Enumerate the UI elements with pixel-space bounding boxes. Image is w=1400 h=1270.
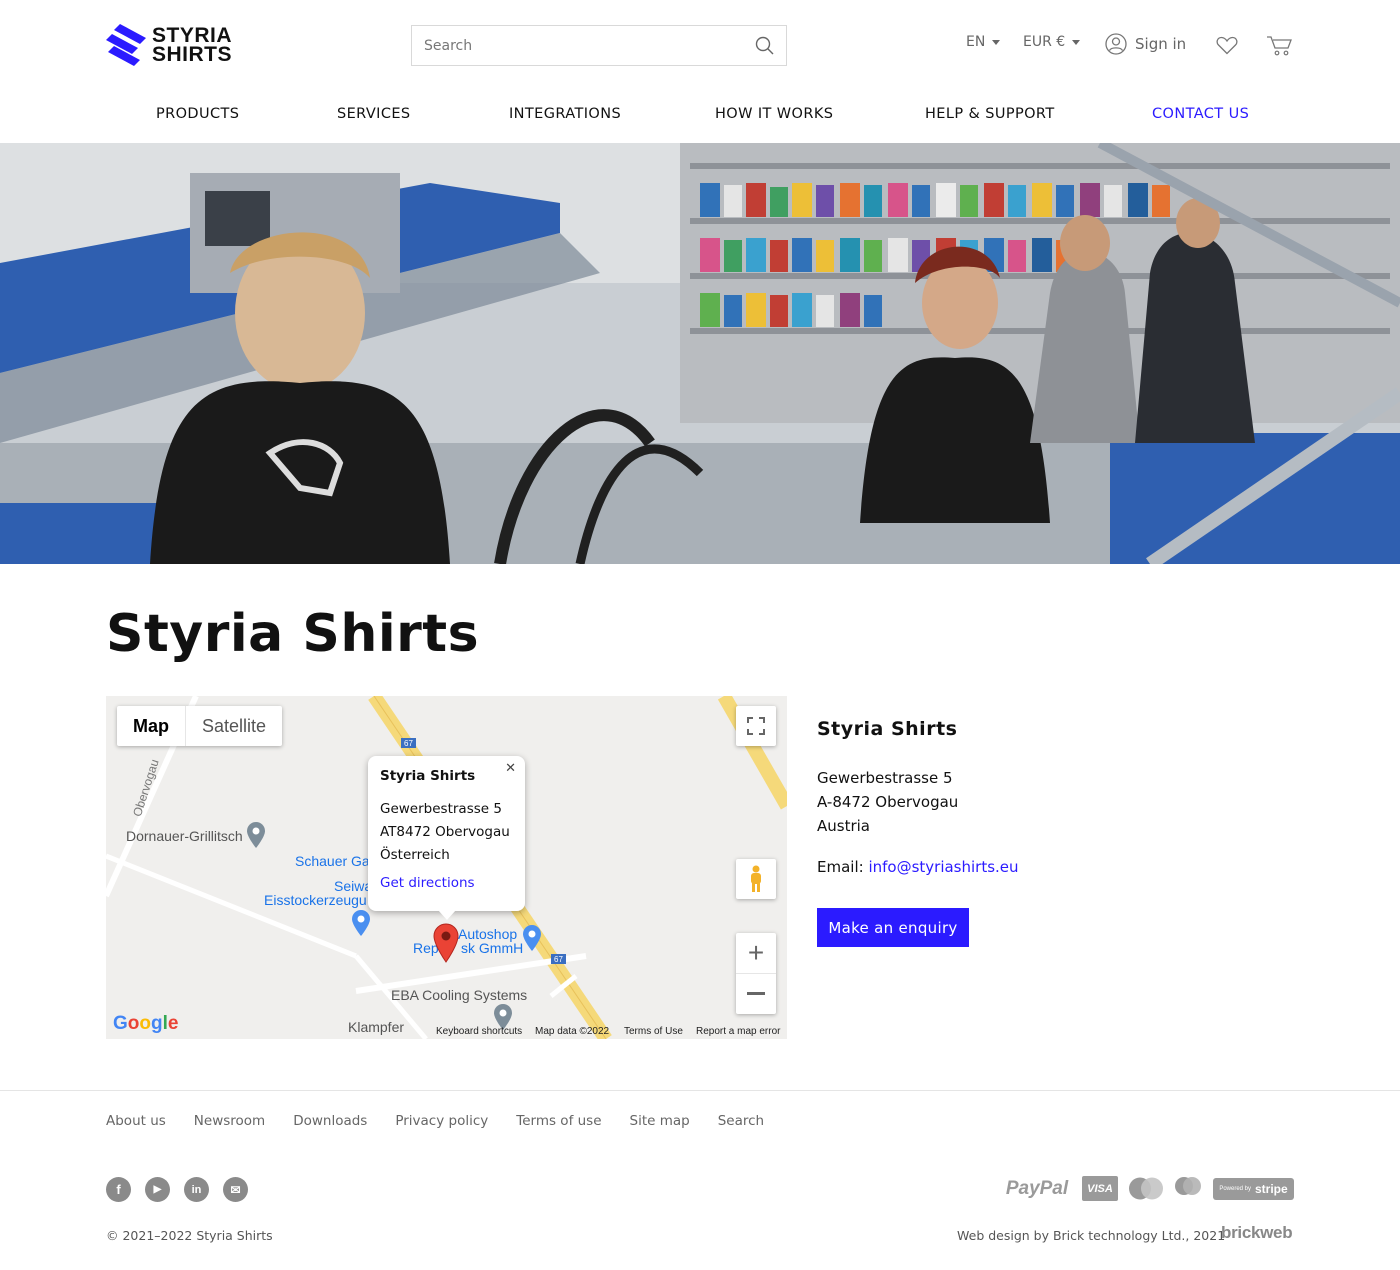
poi-label-gmmh: sk GmmH xyxy=(461,940,524,956)
logo[interactable]: STYRIA SHIRTS xyxy=(106,24,232,66)
hero-photo xyxy=(0,143,1400,564)
map-data-label: Map data ©2022 xyxy=(535,1026,610,1037)
design-credit: Web design by Brick technology Ltd., 202… xyxy=(957,1228,1226,1243)
user-icon xyxy=(1105,33,1127,55)
facebook-icon[interactable]: f xyxy=(106,1177,131,1202)
poi-label-dornauer: Dornauer-Grillitsch xyxy=(126,828,243,844)
language-selector[interactable]: EN xyxy=(966,34,1001,50)
get-directions-link[interactable]: Get directions xyxy=(380,875,513,891)
poi-label-klampfer: Klampfer xyxy=(348,1019,405,1035)
make-enquiry-button[interactable]: Make an enquiry xyxy=(817,908,969,947)
heart-icon[interactable] xyxy=(1216,36,1238,55)
cart-icon[interactable] xyxy=(1266,35,1292,56)
nav-help-support[interactable]: HELP & SUPPORT xyxy=(925,106,1055,122)
close-icon[interactable]: ✕ xyxy=(505,761,516,776)
footer-link-newsroom[interactable]: Newsroom xyxy=(194,1113,265,1129)
fullscreen-button[interactable] xyxy=(736,706,776,746)
paypal-logo: PayPal xyxy=(1005,1177,1069,1199)
info-window-title: Styria Shirts xyxy=(380,768,476,784)
stripe-powered-label: Powered by xyxy=(1219,1186,1251,1192)
info-window-line: AT8472 Obervogau xyxy=(380,824,510,840)
nav-how-it-works[interactable]: HOW IT WORKS xyxy=(715,106,833,122)
logo-mark-icon xyxy=(106,24,146,66)
brickweb-logo[interactable]: brickweb xyxy=(1221,1223,1293,1243)
place-pin-icon xyxy=(247,822,265,848)
footer-link-privacy[interactable]: Privacy policy xyxy=(395,1113,488,1129)
main-nav: PRODUCTS SERVICES INTEGRATIONS HOW IT WO… xyxy=(0,106,1400,128)
social-links: f ▶ in ✉ xyxy=(106,1177,248,1202)
google-map[interactable]: Map Satellite + 67 67 Obervogau Dornauer… xyxy=(106,696,787,1039)
sign-in-link[interactable]: Sign in xyxy=(1105,33,1186,55)
shop-pin-icon xyxy=(523,925,541,951)
currency-selector[interactable]: EUR € xyxy=(1023,34,1081,50)
google-logo: Google xyxy=(113,1013,179,1034)
route-shield: 67 xyxy=(551,954,566,964)
satellite-tab[interactable]: Satellite xyxy=(186,706,282,746)
poi-label-eisstock: Eisstockerzeugu xyxy=(264,892,367,908)
chevron-down-icon xyxy=(1072,39,1081,45)
sign-in-label: Sign in xyxy=(1135,35,1187,53)
footer-divider xyxy=(0,1090,1400,1091)
youtube-icon[interactable]: ▶ xyxy=(145,1177,170,1202)
keyboard-shortcuts-link[interactable]: Keyboard shortcuts xyxy=(436,1026,522,1037)
zoom-out-button[interactable] xyxy=(736,974,776,1014)
zoom-in-button[interactable]: + xyxy=(736,934,776,974)
hero-image xyxy=(0,143,1400,564)
footer-link-about[interactable]: About us xyxy=(106,1113,166,1129)
nav-integrations[interactable]: INTEGRATIONS xyxy=(509,106,621,122)
copyright: © 2021–2022 Styria Shirts xyxy=(106,1228,273,1243)
visa-logo: VISA xyxy=(1082,1176,1118,1201)
minus-icon xyxy=(747,992,765,995)
currency-label: EUR € xyxy=(1023,34,1066,50)
location-marker-icon[interactable] xyxy=(433,923,459,963)
search-box xyxy=(411,25,787,66)
nav-contact-us[interactable]: CONTACT US xyxy=(1152,106,1249,122)
chevron-down-icon xyxy=(992,39,1001,45)
maestro-logo xyxy=(1175,1177,1201,1195)
report-map-error-link[interactable]: Report a map error xyxy=(696,1026,780,1037)
email-row: Email: info@styriashirts.eu xyxy=(817,858,1297,876)
pegman-icon xyxy=(751,865,761,892)
email-icon[interactable]: ✉ xyxy=(223,1177,248,1202)
info-window-line: Gewerbestrasse 5 xyxy=(380,801,502,817)
logo-text: STYRIA SHIRTS xyxy=(152,25,233,66)
map-info-window: ✕ Styria Shirts Gewerbestrasse 5 AT8472 … xyxy=(368,756,525,920)
nav-products[interactable]: PRODUCTS xyxy=(156,106,239,122)
linkedin-icon[interactable]: in xyxy=(184,1177,209,1202)
company-name: Styria Shirts xyxy=(817,718,958,740)
fullscreen-icon xyxy=(747,717,765,735)
map-terms-link[interactable]: Terms of Use xyxy=(624,1026,683,1037)
mastercard-logo xyxy=(1129,1177,1163,1200)
nav-services[interactable]: SERVICES xyxy=(337,106,411,122)
search-input[interactable] xyxy=(424,37,755,54)
address-line: Gewerbestrasse 5 xyxy=(817,769,953,787)
poi-label-eba: EBA Cooling Systems xyxy=(391,987,528,1003)
address-line: A-8472 Obervogau xyxy=(817,793,959,811)
poi-label-schauer: Schauer Ga xyxy=(295,853,370,869)
stripe-label: stripe xyxy=(1255,1182,1288,1196)
language-label: EN xyxy=(966,34,986,50)
route-shield: 67 xyxy=(401,738,416,748)
footer-link-downloads[interactable]: Downloads xyxy=(293,1113,367,1129)
address-line: Austria xyxy=(817,817,870,835)
map-type-toggle: Map Satellite xyxy=(117,706,283,746)
info-window-line: Österreich xyxy=(380,847,450,863)
footer-link-search[interactable]: Search xyxy=(718,1113,764,1129)
logo-line2: SHIRTS xyxy=(152,43,233,66)
footer-links: About us Newsroom Downloads Privacy poli… xyxy=(106,1113,764,1129)
footer-link-terms[interactable]: Terms of use xyxy=(516,1113,601,1129)
site-header: STYRIA SHIRTS EN EUR € Sign in PRODUCT xyxy=(0,0,1400,143)
page-title: Styria Shirts xyxy=(106,604,480,664)
shop-pin-icon xyxy=(352,910,370,936)
email-label: Email: xyxy=(817,858,864,876)
map-tab[interactable]: Map xyxy=(117,706,186,746)
zoom-control: + xyxy=(736,933,776,1014)
stripe-badge: Powered by stripe xyxy=(1213,1178,1294,1200)
contact-info: Styria Shirts Gewerbestrasse 5 A-8472 Ob… xyxy=(817,718,1297,876)
search-icon[interactable] xyxy=(755,36,774,55)
street-view-button[interactable] xyxy=(736,859,776,899)
footer-link-sitemap[interactable]: Site map xyxy=(630,1113,690,1129)
email-link[interactable]: info@styriashirts.eu xyxy=(868,858,1018,876)
